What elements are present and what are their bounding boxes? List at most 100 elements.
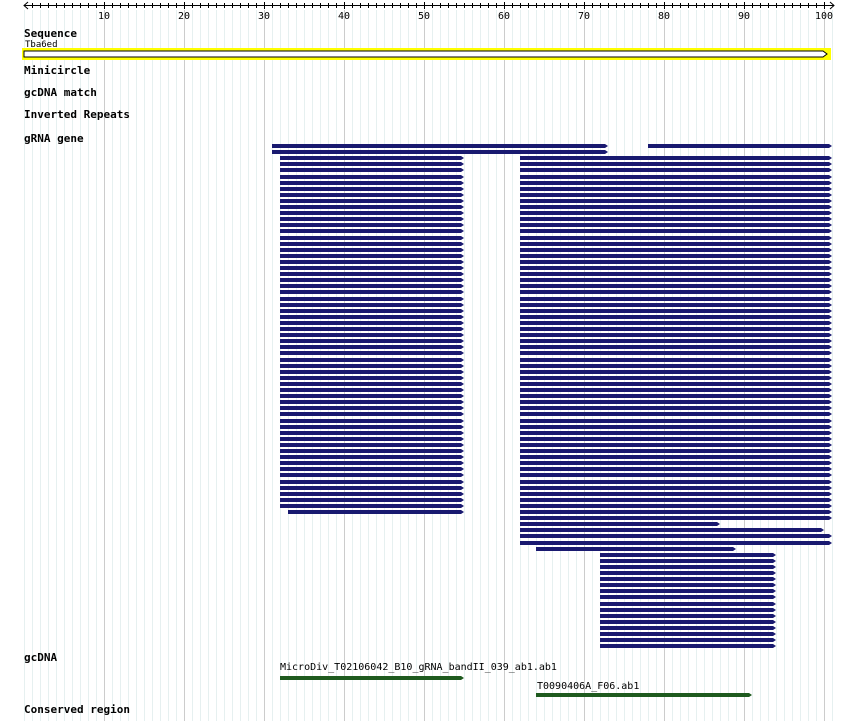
grna-feature[interactable] [520, 394, 832, 398]
grna-feature[interactable] [280, 345, 464, 349]
grna-feature[interactable] [520, 534, 832, 538]
grna-feature[interactable] [280, 388, 464, 392]
grna-feature[interactable] [520, 486, 832, 490]
grna-feature[interactable] [280, 223, 464, 227]
grna-feature[interactable] [520, 223, 832, 227]
grna-feature[interactable] [280, 382, 464, 386]
grna-feature[interactable] [520, 199, 832, 203]
grna-feature[interactable] [520, 522, 720, 526]
grna-feature[interactable] [600, 565, 776, 569]
grna-feature[interactable] [600, 620, 776, 624]
grna-feature[interactable] [280, 480, 464, 484]
grna-feature[interactable] [600, 632, 776, 636]
grna-feature[interactable] [520, 290, 832, 294]
grna-feature[interactable] [520, 236, 832, 240]
grna-feature[interactable] [280, 486, 464, 490]
grna-feature[interactable] [520, 498, 832, 502]
grna-feature[interactable] [600, 583, 776, 587]
grna-feature[interactable] [520, 467, 832, 471]
grna-feature[interactable] [520, 376, 832, 380]
grna-feature[interactable] [520, 175, 832, 179]
grna-feature[interactable] [280, 455, 464, 459]
grna-feature[interactable] [520, 406, 832, 410]
grna-feature[interactable] [520, 260, 832, 264]
grna-feature[interactable] [520, 382, 832, 386]
grna-feature[interactable] [280, 406, 464, 410]
grna-feature[interactable] [280, 339, 464, 343]
grna-feature[interactable] [272, 144, 608, 148]
grna-feature[interactable] [280, 400, 464, 404]
grna-feature[interactable] [520, 242, 832, 246]
grna-feature[interactable] [520, 217, 832, 221]
grna-feature[interactable] [520, 510, 832, 514]
grna-feature[interactable] [520, 443, 832, 447]
grna-feature[interactable] [280, 364, 464, 368]
grna-feature[interactable] [600, 614, 776, 618]
gcdna-feature-label[interactable]: T0090406A_F06.ab1 [537, 681, 639, 693]
grna-feature[interactable] [280, 467, 464, 471]
grna-feature[interactable] [280, 260, 464, 264]
grna-feature[interactable] [600, 644, 776, 648]
sequence-bar[interactable] [23, 50, 828, 58]
grna-feature[interactable] [536, 547, 736, 551]
grna-feature[interactable] [520, 229, 832, 233]
grna-feature[interactable] [520, 528, 824, 532]
grna-feature[interactable] [280, 412, 464, 416]
grna-feature[interactable] [520, 266, 832, 270]
grna-feature[interactable] [280, 266, 464, 270]
grna-feature[interactable] [280, 309, 464, 313]
grna-feature[interactable] [280, 187, 464, 191]
grna-feature[interactable] [600, 553, 776, 557]
grna-feature[interactable] [280, 498, 464, 502]
grna-feature[interactable] [280, 431, 464, 435]
grna-feature[interactable] [600, 595, 776, 599]
grna-feature[interactable] [520, 303, 832, 307]
grna-feature[interactable] [520, 437, 832, 441]
grna-feature[interactable] [520, 339, 832, 343]
grna-feature[interactable] [600, 608, 776, 612]
grna-feature[interactable] [520, 388, 832, 392]
grna-feature[interactable] [280, 229, 464, 233]
grna-feature[interactable] [280, 236, 464, 240]
grna-feature[interactable] [520, 315, 832, 319]
grna-feature[interactable] [520, 364, 832, 368]
grna-feature[interactable] [280, 162, 464, 166]
grna-feature[interactable] [520, 480, 832, 484]
grna-feature[interactable] [280, 205, 464, 209]
grna-feature[interactable] [280, 370, 464, 374]
grna-feature[interactable] [280, 168, 464, 172]
grna-feature[interactable] [520, 205, 832, 209]
grna-feature[interactable] [520, 473, 832, 477]
grna-feature[interactable] [520, 351, 832, 355]
grna-feature[interactable] [280, 437, 464, 441]
grna-feature[interactable] [280, 449, 464, 453]
grna-feature[interactable] [520, 419, 832, 423]
grna-feature[interactable] [600, 602, 776, 606]
grna-feature[interactable] [520, 309, 832, 313]
grna-feature[interactable] [648, 144, 832, 148]
grna-feature[interactable] [280, 254, 464, 258]
grna-feature[interactable] [520, 431, 832, 435]
grna-feature[interactable] [280, 443, 464, 447]
grna-feature[interactable] [520, 412, 832, 416]
grna-feature[interactable] [600, 589, 776, 593]
grna-feature[interactable] [280, 248, 464, 252]
grna-feature[interactable] [280, 327, 464, 331]
grna-feature[interactable] [600, 638, 776, 642]
grna-feature[interactable] [280, 425, 464, 429]
grna-feature[interactable] [280, 351, 464, 355]
grna-feature[interactable] [280, 193, 464, 197]
grna-feature[interactable] [600, 577, 776, 581]
grna-feature[interactable] [280, 156, 464, 160]
gcdna-feature[interactable] [536, 693, 752, 697]
grna-feature[interactable] [280, 419, 464, 423]
grna-feature[interactable] [520, 400, 832, 404]
grna-feature[interactable] [272, 150, 608, 154]
grna-feature[interactable] [280, 333, 464, 337]
grna-feature[interactable] [280, 321, 464, 325]
grna-feature[interactable] [520, 461, 832, 465]
grna-feature[interactable] [520, 541, 832, 545]
grna-feature[interactable] [280, 217, 464, 221]
gcdna-feature[interactable] [280, 676, 464, 680]
grna-feature[interactable] [280, 297, 464, 301]
